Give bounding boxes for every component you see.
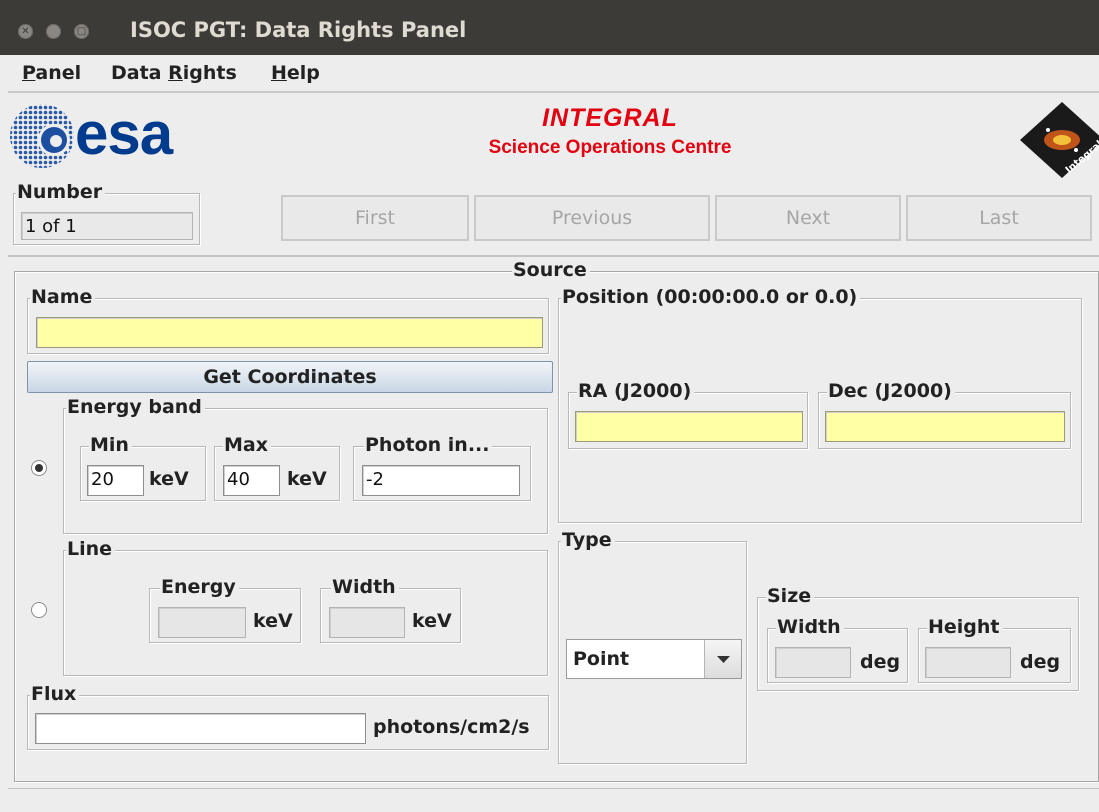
line-energy-label: Energy (160, 576, 239, 598)
line-group: Line (63, 538, 548, 676)
position-label: Position (00:00:00.0 or 0.0) (561, 286, 861, 308)
flux-input[interactable] (35, 713, 366, 744)
size-width-group: Width deg (767, 616, 908, 683)
line-width-label: Width (331, 576, 399, 598)
photon-index-group: Photon in... -2 (353, 434, 531, 501)
max-unit: keV (287, 468, 327, 490)
max-input[interactable]: 40 (223, 465, 280, 496)
min-group: Min 20 keV (80, 434, 206, 501)
line-label: Line (66, 538, 116, 560)
max-label: Max (223, 434, 271, 456)
menu-data-rights-mnemonic: R (168, 62, 183, 84)
name-label: Name (30, 286, 96, 308)
size-height-label: Height (927, 616, 1003, 638)
photon-index-input[interactable]: -2 (362, 465, 520, 496)
menu-help[interactable]: Help (271, 62, 320, 84)
type-group: Type Point (558, 529, 747, 764)
maximize-window-icon[interactable]: □ (74, 24, 89, 39)
status-bar (8, 788, 1099, 812)
esa-logo-text: esa (75, 100, 173, 167)
menu-data-rights[interactable]: Data Rights (111, 62, 237, 84)
size-width-input[interactable] (775, 647, 851, 678)
size-width-label: Width (776, 616, 844, 638)
size-width-unit: deg (860, 651, 901, 673)
window-title: ISOC PGT: Data Rights Panel (130, 18, 467, 42)
integral-diamond-icon (1020, 102, 1099, 178)
energy-band-label: Energy band (66, 396, 205, 418)
menu-panel[interactable]: Panel (22, 62, 81, 84)
integral-satellite-logo: Integral (1018, 100, 1099, 180)
min-input[interactable]: 20 (87, 465, 144, 496)
close-window-icon[interactable]: ✕ (18, 24, 33, 39)
esa-logo: esa (8, 100, 208, 172)
number-field: 1 of 1 (21, 212, 193, 240)
menubar: Panel Data Rights Help (8, 55, 1099, 93)
size-height-unit: deg (1020, 651, 1061, 673)
size-height-group: Height deg (918, 616, 1071, 683)
line-radio[interactable] (31, 602, 47, 618)
chevron-down-icon[interactable] (704, 640, 741, 678)
window-titlebar: ✕ □ ISOC PGT: Data Rights Panel (0, 0, 1099, 55)
menu-panel-label: anel (35, 62, 82, 84)
min-label: Min (89, 434, 132, 456)
menu-data-rights-label-rest: ights (182, 62, 237, 84)
separator (8, 255, 1099, 257)
dec-label: Dec (J2000) (827, 380, 955, 402)
get-coordinates-button[interactable]: Get Coordinates (27, 361, 553, 393)
number-label: Number (16, 181, 106, 203)
next-button[interactable]: Next (715, 195, 901, 241)
line-width-group: Width keV (320, 576, 461, 643)
flux-group: Flux photons/cm2/s (27, 683, 549, 750)
line-width-input[interactable] (329, 607, 405, 638)
ra-group: RA (J2000) (568, 380, 808, 449)
min-unit: keV (149, 468, 189, 490)
type-dropdown-value: Point (573, 648, 630, 670)
dec-input[interactable] (825, 411, 1065, 442)
number-group: Number 1 of 1 (13, 181, 200, 245)
ra-input[interactable] (575, 411, 803, 442)
source-title: Source (512, 259, 590, 281)
energy-band-radio[interactable] (31, 460, 47, 476)
integral-title: INTEGRAL (542, 104, 678, 132)
last-button[interactable]: Last (906, 195, 1092, 241)
size-height-input[interactable] (925, 647, 1011, 678)
name-group: Name (27, 286, 549, 354)
integral-subtitle: Science Operations Centre (488, 137, 732, 158)
type-dropdown[interactable]: Point (566, 639, 742, 679)
flux-label: Flux (30, 683, 80, 705)
menu-data-rights-label: Data (111, 62, 169, 84)
menu-panel-mnemonic: P (22, 62, 36, 84)
line-width-unit: keV (412, 610, 452, 632)
menu-help-mnemonic: H (271, 62, 287, 84)
menu-help-label: elp (286, 62, 320, 84)
line-energy-unit: keV (253, 610, 293, 632)
photon-index-label: Photon in... (364, 434, 493, 456)
line-energy-input[interactable] (158, 607, 246, 638)
first-button[interactable]: First (281, 195, 469, 241)
max-group: Max 40 keV (214, 434, 340, 501)
minimize-window-icon[interactable] (46, 24, 61, 39)
dec-group: Dec (J2000) (818, 380, 1071, 449)
ra-label: RA (J2000) (577, 380, 695, 402)
type-label: Type (561, 529, 615, 551)
previous-button[interactable]: Previous (474, 195, 710, 241)
name-input[interactable] (36, 317, 543, 348)
line-energy-group: Energy keV (149, 576, 301, 643)
flux-unit: photons/cm2/s (373, 716, 530, 738)
size-label: Size (766, 585, 815, 607)
